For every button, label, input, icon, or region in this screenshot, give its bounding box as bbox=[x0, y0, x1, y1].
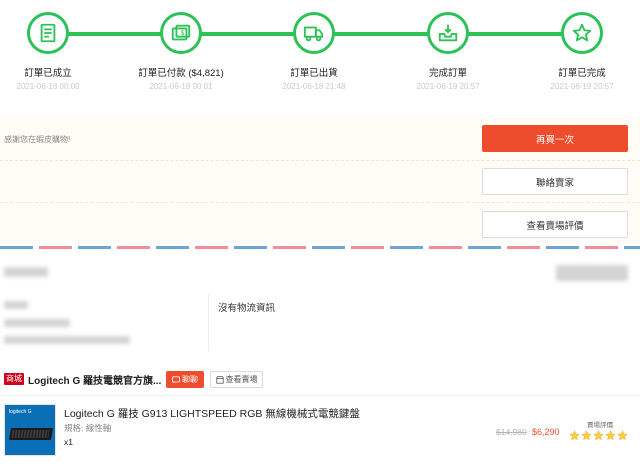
order-actions-panel: 感謝您在蝦皮購物! 再買一次 聯絡賣家 查看賣場評價 bbox=[0, 118, 640, 242]
shop-name[interactable]: Logitech G 羅技電競官方旗... bbox=[28, 372, 161, 387]
receipt-icon bbox=[27, 12, 69, 54]
no-logistics-message: 沒有物流資訊 bbox=[218, 303, 276, 314]
step-label: 訂單已付款 ($4,821) bbox=[138, 68, 224, 79]
star-icon bbox=[593, 430, 604, 441]
step-time: 2021-06-18 00:00 bbox=[16, 82, 80, 91]
product-quantity: x1 bbox=[64, 437, 73, 447]
contact-seller-button[interactable]: 聯絡賣家 bbox=[482, 168, 628, 195]
thanks-message: 感謝您在蝦皮購物! bbox=[4, 135, 71, 144]
step-order-shipped: 訂單已出貨 2021-06-18 21:48 bbox=[254, 12, 374, 91]
shop-icon bbox=[215, 375, 224, 384]
step-order-completed: 訂單已完成 2021-06-19 20:57 bbox=[522, 12, 640, 91]
step-order-received: 完成訂單 2021-06-19 20:57 bbox=[388, 12, 508, 91]
step-time: 2021-06-19 20:57 bbox=[550, 82, 614, 91]
redacted-address bbox=[4, 336, 130, 344]
svg-text:$: $ bbox=[180, 28, 185, 37]
step-label: 訂單已成立 bbox=[24, 68, 72, 79]
view-shop-rating-button[interactable]: 查看賣場評價 bbox=[482, 211, 628, 238]
sale-price: $6,290 bbox=[532, 427, 560, 437]
star-icon bbox=[569, 430, 580, 441]
chat-label: 聊聊 bbox=[182, 375, 198, 384]
step-time: 2021-06-18 00:01 bbox=[149, 82, 213, 91]
chat-button[interactable]: 聊聊 bbox=[166, 371, 204, 388]
step-order-paid: $ 訂單已付款 ($4,821) 2021-06-18 00:01 bbox=[121, 12, 241, 91]
view-shop-button[interactable]: 查看賣場 bbox=[210, 371, 263, 388]
step-label: 訂單已出貨 bbox=[290, 68, 338, 79]
divider bbox=[208, 293, 209, 351]
step-order-placed: 訂單已成立 2021-06-18 00:00 bbox=[0, 12, 108, 91]
product-name[interactable]: Logitech G 羅技 G913 LIGHTSPEED RGB 無線機械式電… bbox=[64, 406, 360, 421]
redacted-recipient-name bbox=[4, 301, 28, 309]
buy-again-button[interactable]: 再買一次 bbox=[482, 125, 628, 152]
star-icon bbox=[581, 430, 592, 441]
mall-badge: 商城 bbox=[4, 373, 24, 385]
original-price: $14,980 bbox=[496, 427, 527, 437]
rating-stars bbox=[569, 430, 628, 441]
product-thumbnail[interactable]: logitech G bbox=[4, 404, 56, 456]
shop-header: 商城 Logitech G 羅技電競官方旗... 聊聊 查看賣場 bbox=[0, 363, 640, 396]
order-item[interactable]: logitech G Logitech G 羅技 G913 LIGHTSPEED… bbox=[0, 397, 640, 464]
step-label: 訂單已完成 bbox=[558, 68, 606, 79]
inbox-download-icon bbox=[427, 12, 469, 54]
redacted-tracking-info bbox=[556, 265, 628, 281]
star-icon bbox=[617, 430, 628, 441]
brand-logo: logitech G bbox=[9, 409, 32, 415]
keyboard-keys bbox=[11, 430, 50, 438]
step-time: 2021-06-19 20:57 bbox=[416, 82, 480, 91]
view-shop-label: 查看賣場 bbox=[225, 375, 258, 384]
order-progress-stepper: 訂單已成立 2021-06-18 00:00 $ 訂單已付款 ($4,821) … bbox=[0, 0, 640, 120]
divider bbox=[0, 202, 640, 203]
divider bbox=[0, 160, 640, 161]
envelope-stripe bbox=[0, 246, 640, 249]
star-icon bbox=[561, 12, 603, 54]
product-variant: 規格: 線性軸 bbox=[64, 423, 112, 433]
chat-icon bbox=[172, 375, 180, 384]
shipping-address-section: 沒有物流資訊 bbox=[0, 255, 640, 363]
redacted-phone bbox=[4, 319, 70, 327]
truck-icon bbox=[293, 12, 335, 54]
step-label: 完成訂單 bbox=[428, 68, 467, 79]
star-icon bbox=[605, 430, 616, 441]
shop-rating-label: 賣場評價 bbox=[587, 422, 613, 429]
payment-icon: $ bbox=[160, 12, 202, 54]
redacted-address-title bbox=[4, 267, 48, 277]
step-time: 2021-06-18 21:48 bbox=[282, 82, 346, 91]
